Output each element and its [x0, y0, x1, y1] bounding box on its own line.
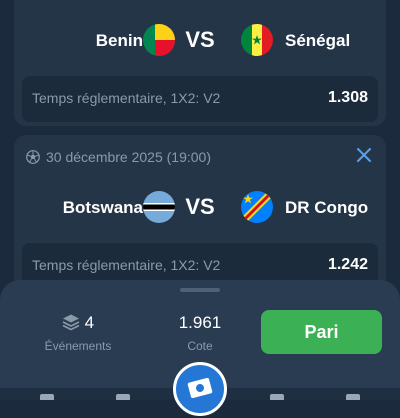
events-label: Événements: [44, 339, 112, 353]
events-count: 4: [84, 313, 95, 332]
coupon-button[interactable]: [173, 362, 227, 416]
nav-item[interactable]: [116, 394, 130, 400]
dr-congo-flag-icon: [241, 191, 273, 223]
ticket-icon: [187, 377, 213, 399]
close-icon[interactable]: [356, 147, 372, 163]
bet-row[interactable]: Temps réglementaire, 1X2: V2 1.308: [22, 76, 378, 122]
match-date: 30 décembre 2025 (19:00): [46, 149, 211, 165]
bet-odd: 1.242: [327, 256, 368, 273]
bet-odd: 1.308: [327, 89, 368, 106]
nav-item[interactable]: [346, 394, 360, 400]
botswana-flag-icon: [143, 191, 175, 223]
teams-row: Botswana VS DR Congo: [14, 187, 386, 227]
away-team-name: DR Congo: [285, 198, 369, 217]
drag-handle[interactable]: [180, 288, 220, 292]
senegal-flag-icon: [241, 24, 273, 56]
odds-stat: 1.961 Cote: [160, 313, 240, 353]
nav-item[interactable]: [270, 394, 284, 400]
home-team-name: Benin: [95, 31, 143, 50]
bet-label: Temps réglementaire, 1X2: V2: [32, 257, 221, 273]
events-stat: 4 Événements: [28, 313, 128, 353]
home-team-name: Botswana: [62, 198, 143, 217]
total-odds: 1.961: [178, 313, 222, 332]
away-team-name: Sénégal: [285, 31, 351, 50]
place-bet-button[interactable]: Pari: [261, 310, 382, 354]
soccer-ball-icon: [26, 150, 40, 164]
versus-label: VS: [185, 27, 215, 52]
nav-item[interactable]: [40, 394, 54, 400]
layers-icon: [62, 314, 80, 331]
bet-label: Temps réglementaire, 1X2: V2: [32, 90, 221, 106]
benin-flag-icon: [143, 24, 175, 56]
odds-label: Cote: [187, 339, 213, 353]
versus-label: VS: [185, 194, 215, 219]
match-card: Benin VS Sénégal Temps réglementaire, 1X…: [14, 0, 386, 126]
teams-row: Benin VS Sénégal: [14, 20, 386, 60]
